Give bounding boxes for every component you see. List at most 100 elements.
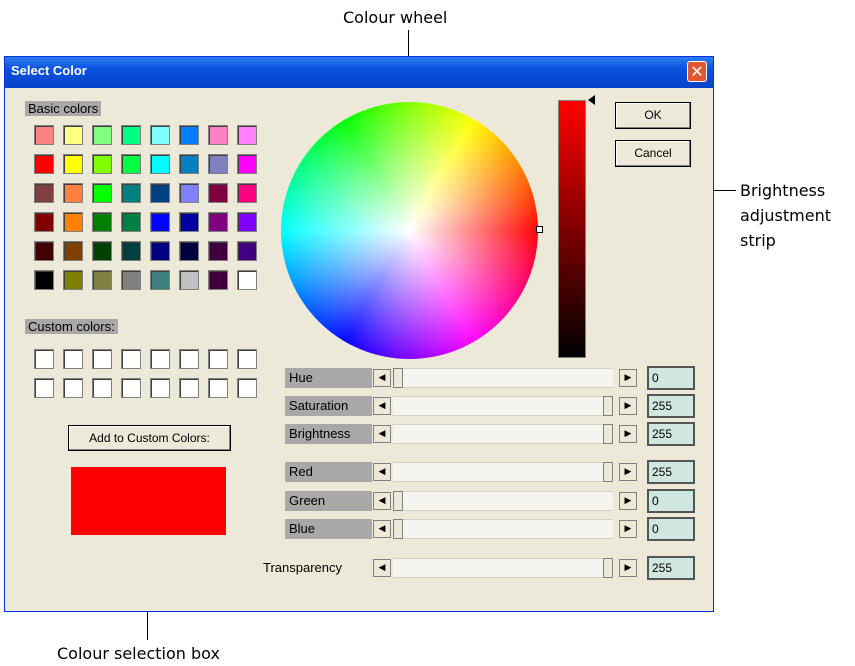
custom-color-swatch[interactable]	[63, 349, 83, 369]
basic-color-swatch[interactable]	[34, 125, 54, 145]
basic-color-swatch[interactable]	[92, 241, 112, 261]
slider-right-arrow-button[interactable]: ▶	[619, 520, 637, 538]
custom-color-swatch[interactable]	[179, 378, 199, 398]
basic-color-swatch[interactable]	[179, 212, 199, 232]
slider-track[interactable]	[393, 396, 613, 416]
colour-wheel[interactable]	[281, 102, 538, 359]
brightness-marker[interactable]	[588, 95, 595, 105]
ok-button[interactable]: OK	[615, 102, 691, 129]
slider-right-arrow-button[interactable]: ▶	[619, 425, 637, 443]
slider-right-arrow-button[interactable]: ▶	[619, 492, 637, 510]
slider-track[interactable]	[393, 424, 613, 444]
basic-color-swatch[interactable]	[121, 241, 141, 261]
custom-color-swatch[interactable]	[179, 349, 199, 369]
basic-color-swatch[interactable]	[208, 212, 228, 232]
custom-color-swatch[interactable]	[63, 378, 83, 398]
custom-color-swatch[interactable]	[92, 378, 112, 398]
slider-right-arrow-button[interactable]: ▶	[619, 397, 637, 415]
slider-left-arrow-button[interactable]: ◀	[373, 492, 391, 510]
slider-thumb[interactable]	[393, 519, 403, 539]
custom-color-swatch[interactable]	[92, 349, 112, 369]
basic-color-swatch[interactable]	[92, 154, 112, 174]
basic-color-swatch[interactable]	[237, 183, 257, 203]
slider-thumb[interactable]	[393, 368, 403, 388]
slider-right-arrow-button[interactable]: ▶	[619, 559, 637, 577]
basic-color-swatch[interactable]	[150, 241, 170, 261]
basic-color-swatch[interactable]	[150, 183, 170, 203]
slider-value-field[interactable]: 0	[647, 366, 695, 390]
slider-value-field[interactable]: 255	[647, 556, 695, 580]
basic-color-swatch[interactable]	[63, 125, 83, 145]
basic-color-swatch[interactable]	[179, 154, 199, 174]
slider-left-arrow-button[interactable]: ◀	[373, 463, 391, 481]
add-to-custom-colors-button[interactable]: Add to Custom Colors:	[68, 425, 231, 451]
custom-color-swatch[interactable]	[150, 349, 170, 369]
basic-color-swatch[interactable]	[92, 212, 112, 232]
basic-color-swatch[interactable]	[121, 212, 141, 232]
basic-color-swatch[interactable]	[237, 125, 257, 145]
basic-color-swatch[interactable]	[34, 154, 54, 174]
slider-right-arrow-button[interactable]: ▶	[619, 369, 637, 387]
basic-color-swatch[interactable]	[34, 212, 54, 232]
slider-track[interactable]	[393, 558, 613, 578]
basic-color-swatch[interactable]	[63, 212, 83, 232]
slider-right-arrow-button[interactable]: ▶	[619, 463, 637, 481]
slider-track[interactable]	[393, 462, 613, 482]
basic-color-swatch[interactable]	[121, 270, 141, 290]
slider-thumb[interactable]	[603, 396, 613, 416]
slider-thumb[interactable]	[603, 424, 613, 444]
basic-color-swatch[interactable]	[150, 212, 170, 232]
basic-color-swatch[interactable]	[237, 154, 257, 174]
slider-thumb[interactable]	[603, 462, 613, 482]
basic-color-swatch[interactable]	[34, 241, 54, 261]
basic-color-swatch[interactable]	[150, 125, 170, 145]
basic-color-swatch[interactable]	[63, 270, 83, 290]
basic-color-swatch[interactable]	[179, 241, 199, 261]
slider-left-arrow-button[interactable]: ◀	[373, 425, 391, 443]
slider-value-field[interactable]: 0	[647, 489, 695, 513]
basic-color-swatch[interactable]	[237, 241, 257, 261]
basic-color-swatch[interactable]	[179, 183, 199, 203]
slider-track[interactable]	[393, 491, 613, 511]
custom-color-swatch[interactable]	[121, 378, 141, 398]
slider-track[interactable]	[393, 368, 613, 388]
close-button[interactable]: ✕	[687, 61, 707, 82]
basic-color-swatch[interactable]	[150, 270, 170, 290]
slider-value-field[interactable]: 0	[647, 517, 695, 541]
custom-color-swatch[interactable]	[121, 349, 141, 369]
custom-color-swatch[interactable]	[34, 378, 54, 398]
custom-color-swatch[interactable]	[34, 349, 54, 369]
wheel-cursor[interactable]	[536, 226, 543, 233]
basic-color-swatch[interactable]	[208, 241, 228, 261]
basic-color-swatch[interactable]	[179, 125, 199, 145]
custom-color-swatch[interactable]	[208, 378, 228, 398]
basic-color-swatch[interactable]	[208, 270, 228, 290]
slider-value-field[interactable]: 255	[647, 394, 695, 418]
basic-color-swatch[interactable]	[208, 183, 228, 203]
basic-color-swatch[interactable]	[63, 241, 83, 261]
basic-color-swatch[interactable]	[150, 154, 170, 174]
slider-left-arrow-button[interactable]: ◀	[373, 397, 391, 415]
slider-left-arrow-button[interactable]: ◀	[373, 369, 391, 387]
basic-color-swatch[interactable]	[92, 183, 112, 203]
basic-color-swatch[interactable]	[208, 154, 228, 174]
basic-color-swatch[interactable]	[92, 270, 112, 290]
basic-color-swatch[interactable]	[63, 183, 83, 203]
custom-color-swatch[interactable]	[237, 378, 257, 398]
cancel-button[interactable]: Cancel	[615, 140, 691, 167]
slider-thumb[interactable]	[603, 558, 613, 578]
basic-color-swatch[interactable]	[121, 154, 141, 174]
slider-track[interactable]	[393, 519, 613, 539]
basic-color-swatch[interactable]	[92, 125, 112, 145]
basic-color-swatch[interactable]	[237, 212, 257, 232]
slider-value-field[interactable]: 255	[647, 422, 695, 446]
slider-value-field[interactable]: 255	[647, 460, 695, 484]
slider-left-arrow-button[interactable]: ◀	[373, 520, 391, 538]
slider-thumb[interactable]	[393, 491, 403, 511]
basic-color-swatch[interactable]	[63, 154, 83, 174]
slider-left-arrow-button[interactable]: ◀	[373, 559, 391, 577]
basic-color-swatch[interactable]	[34, 183, 54, 203]
basic-color-swatch[interactable]	[121, 183, 141, 203]
custom-color-swatch[interactable]	[150, 378, 170, 398]
basic-color-swatch[interactable]	[208, 125, 228, 145]
